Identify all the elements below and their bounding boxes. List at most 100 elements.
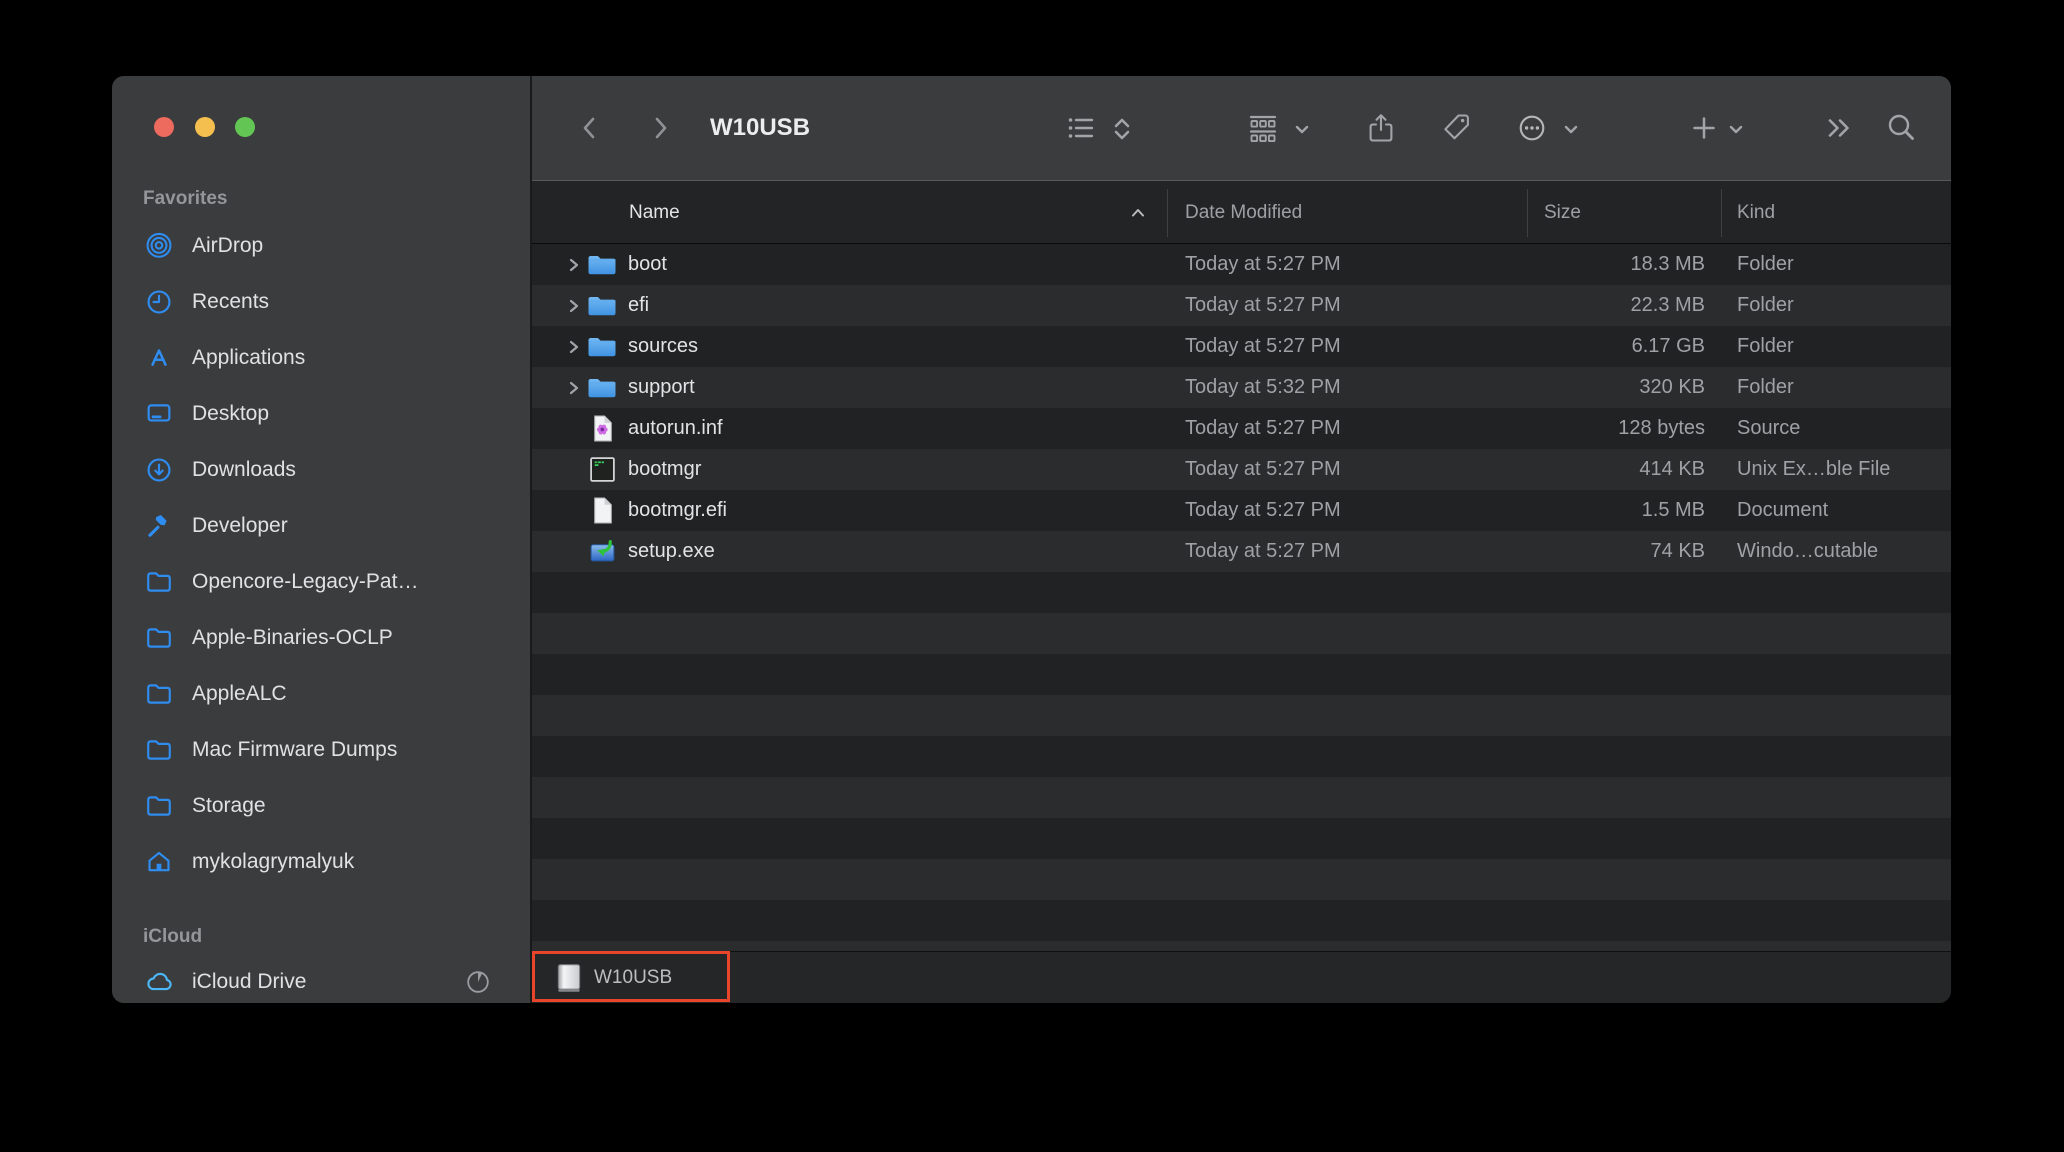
desktop-icon bbox=[141, 399, 177, 429]
file-date-modified: Today at 5:27 PM bbox=[1185, 417, 1341, 439]
file-row[interactable]: boot Today at 5:27 PM 18.3 MB Folder bbox=[532, 244, 1951, 285]
file-date-modified: Today at 5:27 PM bbox=[1185, 335, 1341, 357]
file-date-modified: Today at 5:27 PM bbox=[1185, 253, 1341, 275]
sidebar-section-icloud: iCloud bbox=[143, 926, 203, 947]
zoom-button[interactable] bbox=[235, 117, 255, 137]
toolbar: W10USB bbox=[532, 76, 1951, 180]
sidebar-item-desktop[interactable]: Desktop bbox=[112, 386, 530, 442]
document-icon bbox=[586, 496, 618, 526]
annotation-highlight bbox=[532, 951, 730, 1002]
file-name: support bbox=[628, 376, 695, 398]
file-kind: Folder bbox=[1737, 376, 1794, 398]
column-header-kind[interactable]: Kind bbox=[1737, 181, 1775, 245]
sidebar-item-label: iCloud Drive bbox=[192, 970, 307, 993]
file-name: bootmgr.efi bbox=[628, 499, 727, 521]
more-actions-icon[interactable] bbox=[1515, 111, 1549, 145]
folder-filled-icon bbox=[586, 250, 618, 280]
airdrop-icon bbox=[141, 231, 177, 261]
disclosure-chevron-icon[interactable] bbox=[565, 379, 583, 397]
column-header-date-modified[interactable]: Date Modified bbox=[1185, 181, 1302, 245]
toolbar-overflow-icon[interactable] bbox=[1823, 111, 1857, 145]
file-size: 74 KB bbox=[1650, 540, 1705, 562]
sidebar-item-storage[interactable]: Storage bbox=[112, 778, 530, 834]
column-resizer[interactable] bbox=[1167, 189, 1168, 237]
finder-window: Favorites AirDrop Recents Applications Desk… bbox=[112, 76, 1951, 1003]
sidebar-item-developer[interactable]: Developer bbox=[112, 498, 530, 554]
folder-filled-icon bbox=[586, 291, 618, 321]
forward-icon[interactable] bbox=[643, 111, 677, 145]
sidebar-item-label: Desktop bbox=[192, 402, 270, 425]
file-row[interactable]: sources Today at 5:27 PM 6.17 GB Folder bbox=[532, 326, 1951, 367]
disclosure-chevron-icon[interactable] bbox=[565, 297, 583, 315]
sidebar-item-downloads[interactable]: Downloads bbox=[112, 442, 530, 498]
file-row[interactable]: bootmgr.efi Today at 5:27 PM 1.5 MB Documen… bbox=[532, 490, 1951, 531]
sidebar-item-recents[interactable]: Recents bbox=[112, 274, 530, 330]
disclosure-chevron-icon[interactable] bbox=[565, 338, 583, 356]
file-size: 6.17 GB bbox=[1631, 335, 1705, 357]
sidebar-item-label: Opencore-Legacy-Pat… bbox=[192, 570, 419, 593]
file-name: boot bbox=[628, 253, 667, 275]
sidebar-item-mac-firmware-dumps[interactable]: Mac Firmware Dumps bbox=[112, 722, 530, 778]
sidebar-item-airdrop[interactable]: AirDrop bbox=[112, 218, 530, 274]
file-name: bootmgr bbox=[628, 458, 702, 480]
folder-icon bbox=[141, 623, 177, 653]
file-row[interactable]: setup.exe Today at 5:27 PM 74 KB Windo…cuta… bbox=[532, 531, 1951, 572]
back-icon[interactable] bbox=[573, 111, 607, 145]
column-resizer[interactable] bbox=[1721, 189, 1722, 237]
column-header-size[interactable]: Size bbox=[1544, 181, 1581, 245]
chevron-down-icon[interactable] bbox=[1726, 119, 1746, 139]
sidebar-favorites-list: AirDrop Recents Applications Desktop Downloa… bbox=[112, 218, 530, 890]
search-icon[interactable] bbox=[1884, 111, 1918, 145]
folder-icon bbox=[141, 791, 177, 821]
icloud-icon bbox=[141, 967, 177, 997]
sidebar-item-mykolagrymalyuk[interactable]: mykolagrymalyuk bbox=[112, 834, 530, 890]
file-date-modified: Today at 5:27 PM bbox=[1185, 458, 1341, 480]
file-name: sources bbox=[628, 335, 699, 357]
new-item-icon[interactable] bbox=[1687, 111, 1721, 145]
clock-icon bbox=[141, 287, 177, 317]
sidebar-item-applealc[interactable]: AppleALC bbox=[112, 666, 530, 722]
file-row[interactable]: efi Today at 5:27 PM 22.3 MB Folder bbox=[532, 285, 1951, 326]
file-size: 128 bytes bbox=[1618, 417, 1705, 439]
file-kind: Document bbox=[1737, 499, 1829, 521]
column-resizer[interactable] bbox=[1527, 189, 1528, 237]
share-icon[interactable] bbox=[1364, 111, 1398, 145]
sidebar-item-opencore-legacy-pat[interactable]: Opencore-Legacy-Pat… bbox=[112, 554, 530, 610]
sidebar-item-label: Storage bbox=[192, 794, 266, 817]
file-row[interactable]: bootmgr Today at 5:27 PM 414 KB Unix Ex…ble… bbox=[532, 449, 1951, 490]
file-name: setup.exe bbox=[628, 540, 715, 562]
close-button[interactable] bbox=[154, 117, 174, 137]
file-row[interactable]: support Today at 5:32 PM 320 KB Folder bbox=[532, 367, 1951, 408]
sidebar-item-label: mykolagrymalyuk bbox=[192, 850, 355, 873]
file-date-modified: Today at 5:27 PM bbox=[1185, 540, 1341, 562]
file-kind: Source bbox=[1737, 417, 1801, 439]
view-sort-toggle-icon[interactable] bbox=[1108, 115, 1136, 143]
sidebar-item-icloud-drive[interactable]: iCloud Drive bbox=[112, 954, 530, 1003]
sidebar-item-apple-binaries-oclp[interactable]: Apple-Binaries-OCLP bbox=[112, 610, 530, 666]
sidebar-item-label: AppleALC bbox=[192, 682, 287, 705]
folder-icon bbox=[141, 679, 177, 709]
folder-filled-icon bbox=[586, 332, 618, 362]
file-name: efi bbox=[628, 294, 650, 316]
chevron-down-icon[interactable] bbox=[1292, 119, 1312, 139]
folder-filled-icon bbox=[586, 373, 618, 403]
chevron-down-icon[interactable] bbox=[1561, 119, 1581, 139]
column-header-name[interactable]: Name bbox=[629, 181, 680, 245]
file-date-modified: Today at 5:27 PM bbox=[1185, 499, 1341, 521]
group-by-icon[interactable] bbox=[1246, 111, 1280, 145]
file-date-modified: Today at 5:27 PM bbox=[1185, 294, 1341, 316]
minimize-button[interactable] bbox=[195, 117, 215, 137]
tag-icon[interactable] bbox=[1439, 111, 1473, 145]
file-row[interactable]: autorun.inf Today at 5:27 PM 128 bytes Sour… bbox=[532, 408, 1951, 449]
file-size: 414 KB bbox=[1639, 458, 1705, 480]
file-size: 18.3 MB bbox=[1630, 253, 1705, 275]
sidebar-item-applications[interactable]: Applications bbox=[112, 330, 530, 386]
unix-executable-icon bbox=[586, 455, 618, 485]
sidebar-item-label: Developer bbox=[192, 514, 288, 537]
file-name: autorun.inf bbox=[628, 417, 723, 439]
windows-executable-icon bbox=[586, 537, 618, 567]
list-view-icon[interactable] bbox=[1064, 111, 1098, 145]
sidebar-section-favorites: Favorites bbox=[143, 188, 228, 209]
disclosure-chevron-icon[interactable] bbox=[565, 256, 583, 274]
home-icon bbox=[141, 847, 177, 877]
